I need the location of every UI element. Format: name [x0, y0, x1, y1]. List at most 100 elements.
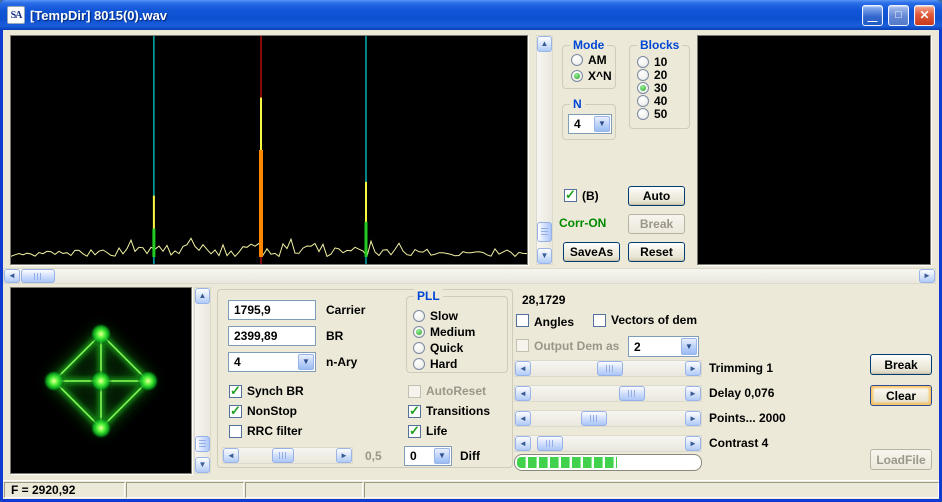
- chevron-left-icon[interactable]: ◄: [223, 448, 239, 463]
- chevron-right-icon[interactable]: ►: [336, 448, 352, 463]
- clear-button[interactable]: Clear: [870, 385, 932, 406]
- radio-blocks-10[interactable]: 10: [637, 55, 667, 69]
- spectrum-display[interactable]: [10, 35, 528, 265]
- delay-slider[interactable]: ◄ ►: [514, 385, 702, 402]
- diff-dropdown[interactable]: 0 ▼: [404, 446, 452, 466]
- nary-label: n-Ary: [326, 355, 358, 369]
- radio-pll-medium[interactable]: Medium: [413, 325, 475, 339]
- minimize-icon: —: [867, 15, 878, 27]
- radio-icon[interactable]: [413, 326, 425, 338]
- carrier-input[interactable]: 1795,9: [228, 300, 316, 320]
- break-acquisition-button: Break: [628, 214, 685, 234]
- radio-blocks-30-label: 30: [654, 81, 668, 95]
- points-slider[interactable]: ◄ ►: [514, 410, 702, 427]
- radio-xn[interactable]: X^N: [571, 69, 612, 83]
- points-label: Points... 2000: [709, 411, 786, 425]
- check-icon: ✓: [409, 422, 420, 438]
- thumb-grip: [605, 365, 615, 372]
- chevron-right-icon[interactable]: ►: [685, 411, 701, 426]
- close-button[interactable]: ✕: [914, 4, 935, 26]
- slider-thumb[interactable]: [537, 436, 563, 451]
- b-checkbox[interactable]: ✓: [564, 188, 577, 202]
- constellation-display[interactable]: [10, 287, 192, 474]
- scrollbar-thumb[interactable]: [21, 269, 55, 283]
- chevron-right-icon[interactable]: ►: [919, 269, 935, 283]
- title-bar[interactable]: SA [TempDir] 8015(0).wav — □ ✕: [0, 0, 942, 30]
- radio-icon[interactable]: [571, 54, 583, 66]
- scrollbar-thumb[interactable]: [537, 222, 552, 242]
- blocks-group-title: Blocks: [637, 38, 683, 52]
- chevron-down-icon[interactable]: ▼: [298, 354, 314, 370]
- status-bar: F = 2920,92: [3, 480, 939, 499]
- n-dropdown[interactable]: 4 ▼: [568, 114, 612, 134]
- radio-blocks-50[interactable]: 50: [637, 107, 667, 121]
- progress-bar: [514, 454, 702, 471]
- br-input[interactable]: 2399,89: [228, 326, 316, 346]
- nary-dropdown[interactable]: 4 ▼: [228, 352, 316, 372]
- vectors-of-dem-checkbox[interactable]: [593, 314, 606, 327]
- radio-icon[interactable]: [571, 70, 583, 82]
- correlation-display: [697, 35, 931, 265]
- radio-icon[interactable]: [637, 69, 649, 81]
- chevron-right-icon[interactable]: ►: [685, 386, 701, 401]
- radio-icon[interactable]: [637, 108, 649, 120]
- radio-pll-medium-label: Medium: [430, 325, 476, 339]
- angles-label: Angles: [534, 315, 575, 329]
- trimming-slider[interactable]: ◄ ►: [514, 360, 702, 377]
- constellation-vertical-scrollbar[interactable]: ▲ ▼: [194, 287, 211, 474]
- chevron-up-icon[interactable]: ▲: [537, 36, 552, 52]
- chevron-down-icon[interactable]: ▼: [594, 116, 610, 132]
- chevron-left-icon[interactable]: ◄: [515, 411, 531, 426]
- chevron-right-icon[interactable]: ►: [685, 361, 701, 376]
- slider-thumb[interactable]: [619, 386, 645, 401]
- radio-icon[interactable]: [637, 95, 649, 107]
- radio-icon[interactable]: [413, 310, 425, 322]
- rate-slider[interactable]: ◄ ►: [222, 447, 353, 464]
- chevron-left-icon[interactable]: ◄: [515, 361, 531, 376]
- chevron-down-icon[interactable]: ▼: [681, 338, 697, 355]
- scrollbar-thumb[interactable]: [195, 436, 210, 452]
- slider-thumb[interactable]: [597, 361, 623, 376]
- chevron-down-icon[interactable]: ▼: [434, 448, 450, 464]
- spectrum-vertical-scrollbar[interactable]: ▲ ▼: [536, 35, 553, 265]
- saveas-button[interactable]: SaveAs: [563, 242, 620, 262]
- transitions-checkbox[interactable]: ✓: [408, 404, 421, 418]
- slider-thumb[interactable]: [581, 411, 607, 426]
- contrast-slider[interactable]: ◄ ►: [514, 435, 702, 452]
- radio-selected-dot: [640, 85, 646, 91]
- output-dem-dropdown[interactable]: 2 ▼: [628, 336, 699, 357]
- radio-blocks-40[interactable]: 40: [637, 94, 667, 108]
- auto-button[interactable]: Auto: [628, 186, 685, 206]
- radio-pll-slow[interactable]: Slow: [413, 309, 458, 323]
- chevron-right-icon[interactable]: ►: [685, 436, 701, 451]
- nonstop-checkbox[interactable]: ✓: [229, 404, 242, 418]
- radio-icon[interactable]: [637, 82, 649, 94]
- chevron-down-icon[interactable]: ▼: [195, 457, 210, 473]
- life-checkbox[interactable]: ✓: [408, 422, 421, 438]
- chevron-left-icon[interactable]: ◄: [4, 269, 20, 283]
- mode-group-title: Mode: [570, 38, 608, 52]
- radio-pll-quick[interactable]: Quick: [413, 341, 463, 355]
- chevron-left-icon[interactable]: ◄: [515, 386, 531, 401]
- chevron-left-icon[interactable]: ◄: [515, 436, 531, 451]
- app-icon: SA: [7, 6, 25, 24]
- break-button[interactable]: Break: [870, 354, 932, 375]
- radio-blocks-20[interactable]: 20: [637, 68, 667, 82]
- transitions-label: Transitions: [426, 404, 491, 418]
- chevron-up-icon[interactable]: ▲: [195, 288, 210, 304]
- chevron-down-icon[interactable]: ▼: [537, 248, 552, 264]
- radio-am[interactable]: AM: [571, 53, 607, 67]
- thumb-grip: [278, 452, 288, 459]
- rrc-filter-checkbox[interactable]: [229, 425, 242, 438]
- radio-icon[interactable]: [413, 358, 425, 370]
- radio-pll-hard[interactable]: Hard: [413, 357, 457, 371]
- minimize-button[interactable]: —: [862, 4, 883, 27]
- radio-icon[interactable]: [413, 342, 425, 354]
- radio-icon[interactable]: [637, 56, 649, 68]
- slider-thumb[interactable]: [272, 448, 294, 463]
- synch-br-checkbox[interactable]: ✓: [229, 384, 242, 398]
- reset-button[interactable]: Reset: [628, 242, 685, 262]
- main-horizontal-scrollbar[interactable]: ◄ ►: [3, 268, 936, 284]
- angles-checkbox[interactable]: [516, 314, 529, 327]
- radio-blocks-30[interactable]: 30: [637, 81, 667, 95]
